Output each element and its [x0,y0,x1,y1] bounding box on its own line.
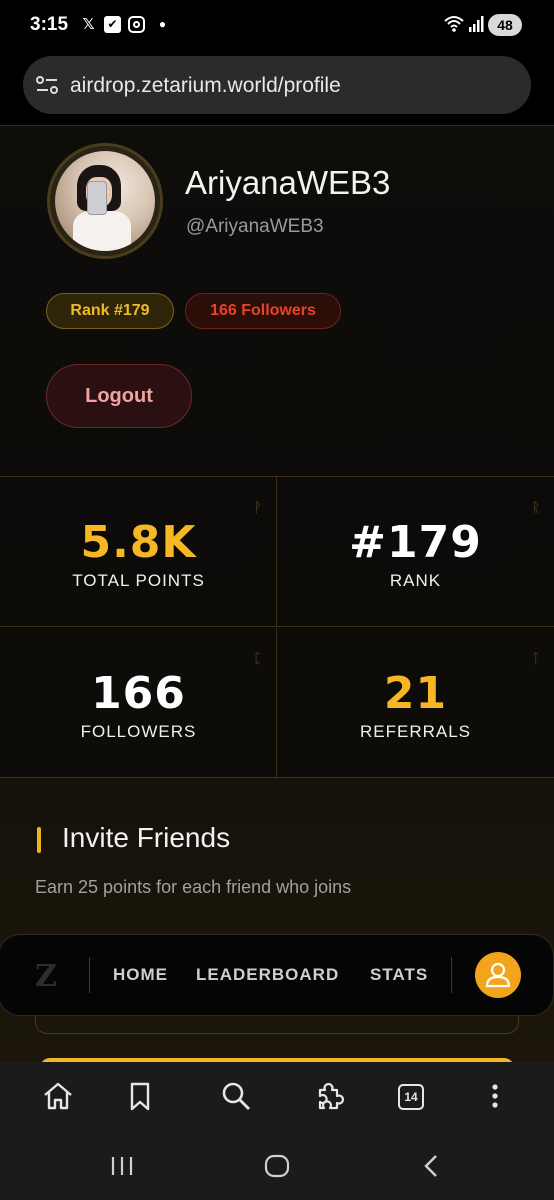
points-icon: ᚹ [253,499,262,515]
rank-badge: Rank #179 [46,293,174,329]
home-icon[interactable] [40,1078,76,1114]
status-bar: 3:15 𝕏 ✔ ● 48 [0,0,554,52]
invite-title: Invite Friends [62,822,231,853]
nav-divider [451,957,452,993]
browser-bottom-bar [0,1062,554,1132]
nav-stats[interactable]: STATS [370,965,428,985]
followers-badge: 166 Followers [185,293,341,329]
avatar [47,143,163,259]
bookmark-icon[interactable] [122,1078,158,1114]
stat-rank: ᚱ #179 RANK [277,477,554,627]
profile-menu-button[interactable] [475,952,521,998]
stat-label: TOTAL POINTS [72,571,205,590]
user-handle: @AriyanaWEB3 [186,216,324,237]
search-icon[interactable] [218,1078,254,1114]
site-settings-icon[interactable] [35,74,59,96]
home-nav-icon[interactable] [263,1152,291,1180]
stat-label: REFERRALS [359,722,472,741]
zetarium-logo[interactable]: Z [35,959,57,994]
section-accent [37,827,41,853]
address-bar[interactable]: airdrop.zetarium.world/profile [23,56,531,114]
stat-label: RANK [389,571,442,590]
stat-value: #179 [349,517,482,568]
recent-apps-icon[interactable] [108,1152,136,1180]
stats-grid: ᚹ 5.8K TOTAL POINTS ᚱ #179 RANK ᛈ 166 FO… [0,476,554,778]
browser-toolbar: airdrop.zetarium.world/profile [0,52,554,126]
more-options-icon[interactable] [477,1078,513,1114]
system-navigation [0,1132,554,1200]
extensions-icon[interactable] [312,1078,348,1114]
referrals-icon: ᛏ [531,650,540,666]
dot-icon: ● [158,17,167,31]
stat-followers: ᛈ 166 FOLLOWERS [0,628,277,778]
wifi-icon [444,16,464,32]
url-text[interactable]: airdrop.zetarium.world/profile [70,74,341,98]
nav-home[interactable]: HOME [113,965,168,985]
profile-header: AriyanaWEB3 @AriyanaWEB3 Rank #179 166 F… [0,126,554,476]
signal-icon [469,16,484,32]
stat-value: 21 [383,668,448,719]
stat-value: 5.8K [80,517,197,568]
instagram-icon [128,16,145,33]
invite-subtitle: Earn 25 points for each friend who joins [35,877,352,897]
stat-value: 166 [91,668,186,719]
stat-total-points: ᚹ 5.8K TOTAL POINTS [0,477,277,627]
app-navbar: Z HOME LEADERBOARD STATS [0,934,554,1016]
stat-label: FOLLOWERS [80,722,197,741]
checkbox-icon: ✔ [104,16,121,33]
display-name: AriyanaWEB3 [185,164,391,201]
battery-indicator: 48 [488,14,522,36]
logout-button[interactable]: Logout [46,364,192,428]
user-icon [485,962,511,988]
profile-page: AriyanaWEB3 @AriyanaWEB3 Rank #179 166 F… [0,126,554,1062]
avatar-image [55,151,155,251]
x-icon: 𝕏 [82,16,95,33]
stat-referrals: ᛏ 21 REFERRALS [277,628,554,778]
back-icon[interactable] [418,1152,446,1180]
nav-leaderboard[interactable]: LEADERBOARD [196,965,339,985]
status-time: 3:15 [30,14,69,35]
followers-icon: ᛈ [253,650,262,666]
rank-icon: ᚱ [531,499,540,515]
tabs-button[interactable]: 14 [398,1084,424,1110]
nav-divider [89,957,90,993]
invite-section: Invite Friends Earn 25 points for each f… [0,778,554,1062]
